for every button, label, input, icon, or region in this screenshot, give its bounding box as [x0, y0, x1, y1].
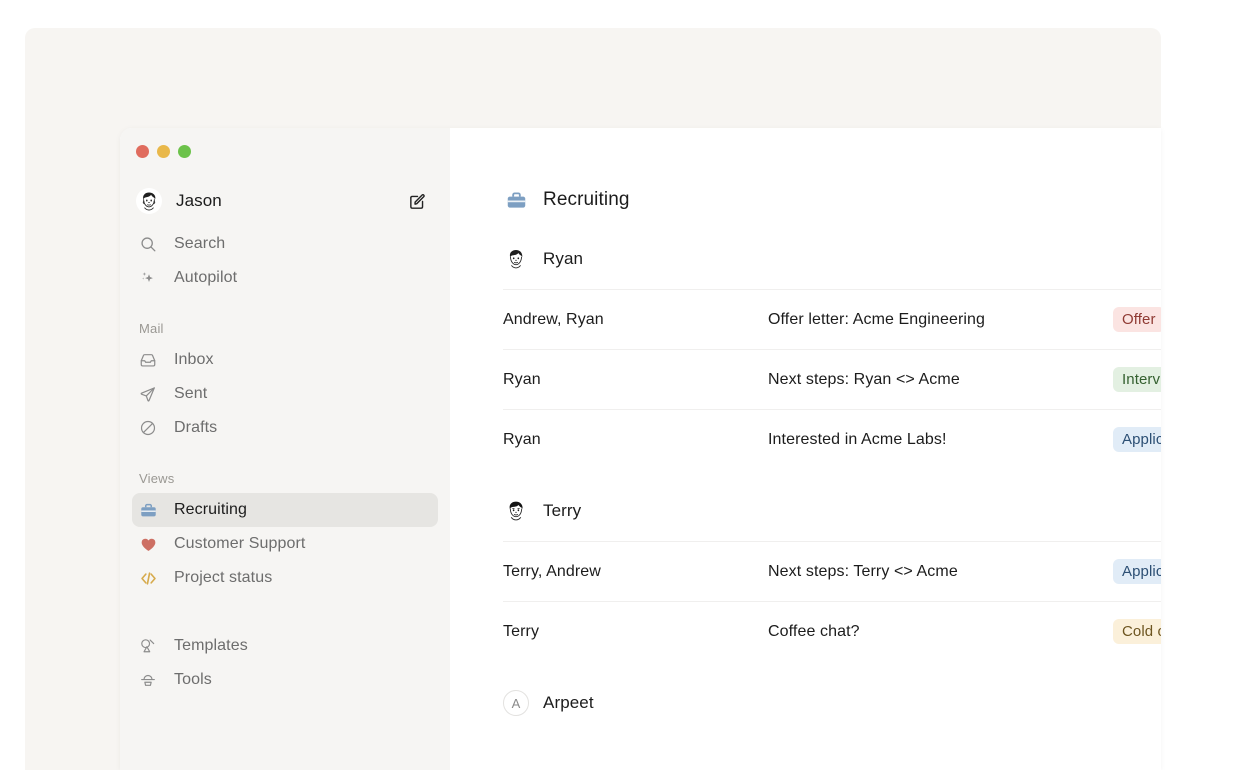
quick-nav-list: Search Autopilot: [120, 227, 450, 295]
compose-pencil-icon[interactable]: [406, 190, 428, 212]
templates-icon: [136, 637, 160, 655]
sidebar-item-label: Sent: [174, 385, 208, 402]
sidebar-item-label: Search: [174, 235, 226, 252]
briefcase-icon: [136, 501, 160, 520]
mail-sender: Andrew, Ryan: [503, 310, 604, 328]
close-window-button[interactable]: [136, 145, 149, 158]
main-content: Recruiting Ryan Andrew, Ryan Offer lette…: [450, 128, 1161, 770]
mail-subject: Next steps: Terry <> Acme: [768, 562, 958, 580]
minimize-window-button[interactable]: [157, 145, 170, 158]
window-traffic-lights: [120, 128, 450, 158]
sidebar-item-customer-support[interactable]: Customer Support: [132, 527, 438, 561]
account-row[interactable]: Jason: [132, 180, 438, 222]
inbox-tray-icon: [136, 351, 160, 369]
status-badge: Application: [1113, 427, 1161, 452]
sidebar-item-recruiting[interactable]: Recruiting: [132, 493, 438, 527]
view-header: Recruiting: [503, 183, 1161, 217]
sidebar-item-label: Drafts: [174, 419, 218, 436]
person-header-ryan[interactable]: Ryan: [503, 244, 1161, 274]
sidebar-item-label: Tools: [174, 671, 212, 688]
account-name: Jason: [176, 191, 222, 210]
avatar: [503, 246, 529, 272]
screen-root: Jason Search Autopilot Mail Inbox Sent D…: [0, 0, 1256, 770]
sidebar-item-tools[interactable]: Tools: [132, 663, 438, 697]
maximize-window-button[interactable]: [178, 145, 191, 158]
sidebar-item-drafts[interactable]: Drafts: [132, 411, 438, 445]
mail-sender: Terry: [503, 622, 540, 640]
sidebar-group-views-title: Views: [139, 471, 175, 486]
heart-icon: [136, 535, 160, 554]
table-row[interactable]: Ryan Next steps: Ryan <> Acme Interviewi…: [503, 349, 1161, 409]
status-badge: Application: [1113, 559, 1161, 584]
sidebar: Jason Search Autopilot Mail Inbox Sent D…: [120, 128, 450, 770]
table-row[interactable]: Andrew, Ryan Offer letter: Acme Engineer…: [503, 289, 1161, 349]
sidebar-footer-list: Templates Tools: [120, 629, 450, 697]
person-header-arpeet[interactable]: A Arpeet: [503, 688, 1161, 718]
status-badge: Interviewing: [1113, 367, 1161, 392]
sidebar-item-label: Autopilot: [174, 269, 238, 286]
person-group: Terry Terry, Andrew Next steps: Terry <>…: [503, 496, 1161, 661]
circle-slash-icon: [136, 419, 160, 437]
table-row[interactable]: Terry Coffee chat? Cold outreach: [503, 601, 1161, 661]
sidebar-item-sent[interactable]: Sent: [132, 377, 438, 411]
app-window: Jason Search Autopilot Mail Inbox Sent D…: [120, 128, 1161, 770]
person-name: Arpeet: [543, 693, 594, 712]
status-badge: Offer: [1113, 307, 1161, 332]
letter-avatar: A: [503, 690, 529, 716]
person-group: A Arpeet: [503, 688, 1161, 718]
table-row[interactable]: Ryan Interested in Acme Labs! Applicatio…: [503, 409, 1161, 469]
mail-subject: Next steps: Ryan <> Acme: [768, 370, 960, 388]
sidebar-views-list: Recruiting Customer Support Project stat…: [120, 493, 450, 595]
sidebar-item-label: Project status: [174, 569, 273, 586]
sparkles-icon: [136, 269, 160, 287]
sidebar-item-templates[interactable]: Templates: [132, 629, 438, 663]
paper-plane-icon: [136, 385, 160, 403]
sidebar-item-search[interactable]: Search: [132, 227, 438, 261]
mail-sender: Terry, Andrew: [503, 562, 601, 580]
code-brackets-icon: [136, 569, 160, 588]
sidebar-item-inbox[interactable]: Inbox: [132, 343, 438, 377]
search-icon: [136, 236, 160, 253]
person-name: Terry: [543, 501, 582, 520]
tools-icon: [136, 671, 160, 689]
mail-subject: Interested in Acme Labs!: [768, 430, 947, 448]
sidebar-item-label: Inbox: [174, 351, 214, 368]
person-name: Ryan: [543, 249, 584, 268]
page-title: Recruiting: [543, 189, 630, 210]
sidebar-item-label: Customer Support: [174, 535, 306, 552]
sidebar-item-label: Recruiting: [174, 501, 248, 518]
person-group: Ryan Andrew, Ryan Offer letter: Acme Eng…: [503, 244, 1161, 469]
sidebar-group-mail-title: Mail: [139, 321, 164, 336]
mail-sender: Ryan: [503, 430, 541, 448]
table-row[interactable]: Terry, Andrew Next steps: Terry <> Acme …: [503, 541, 1161, 601]
sidebar-item-label: Templates: [174, 637, 248, 654]
mail-subject: Offer letter: Acme Engineering: [768, 310, 986, 328]
sidebar-item-project-status[interactable]: Project status: [132, 561, 438, 595]
sidebar-item-autopilot[interactable]: Autopilot: [132, 261, 438, 295]
mail-sender: Ryan: [503, 370, 541, 388]
mail-subject: Coffee chat?: [768, 622, 860, 640]
person-header-terry[interactable]: Terry: [503, 496, 1161, 526]
sidebar-mail-list: Inbox Sent Drafts: [120, 343, 450, 445]
avatar: [503, 498, 529, 524]
status-badge: Cold outreach: [1113, 619, 1161, 644]
avatar: [136, 188, 162, 214]
briefcase-icon: [503, 189, 529, 212]
